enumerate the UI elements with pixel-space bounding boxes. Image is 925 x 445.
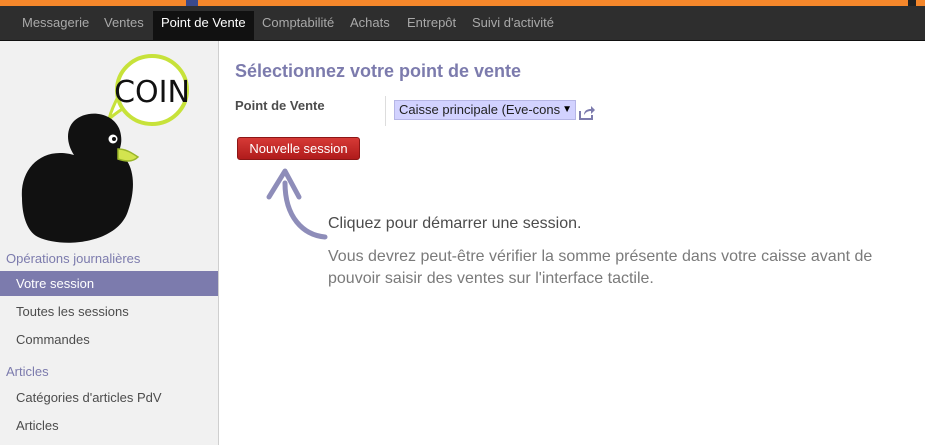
menu-comptabilite[interactable]: Comptabilité <box>254 11 342 41</box>
section-articles: Articles <box>6 364 49 379</box>
hint-body: Vous devrez peut-être vérifier la somme … <box>328 248 873 287</box>
duck-body <box>21 113 133 243</box>
pos-select[interactable]: Caisse principale (Eve-const ▼ <box>394 100 576 120</box>
menu-suivi-activite[interactable]: Suivi d'activité <box>464 11 562 41</box>
menu-achats[interactable]: Achats <box>342 11 398 41</box>
external-link-icon[interactable] <box>578 105 596 121</box>
hint-title: Cliquez pour démarrer une session. <box>328 215 582 232</box>
field-divider <box>385 96 386 126</box>
menu-entrepot[interactable]: Entrepôt <box>399 11 464 41</box>
sidebar-item-categories[interactable]: Catégories d'articles PdV <box>0 385 218 410</box>
chevron-down-icon: ▼ <box>560 101 572 119</box>
pos-select-value: Caisse principale (Eve-const <box>399 102 564 117</box>
logo-bubble-text: COIN <box>114 75 190 110</box>
page-title: Sélectionnez votre point de vente <box>235 61 522 81</box>
sidebar-item-votre-session[interactable]: Votre session <box>0 271 218 296</box>
main-content: Sélectionnez votre point de vente Point … <box>220 41 925 445</box>
sidebar-item-toutes-les-sessions[interactable]: Toutes les sessions <box>0 299 218 324</box>
main-menu: Messagerie Ventes Point de Vente Comptab… <box>0 6 925 41</box>
pointer-arrow-icon <box>266 168 328 240</box>
section-operations: Opérations journalières <box>6 251 141 266</box>
menu-messagerie[interactable]: Messagerie <box>14 11 97 41</box>
sidebar: COIN Opérations journalières Votre sessi… <box>0 41 219 445</box>
company-logo[interactable]: COIN <box>14 53 204 253</box>
pos-field-label: Point de Vente <box>235 98 325 113</box>
sidebar-item-commandes[interactable]: Commandes <box>0 327 218 352</box>
sidebar-item-articles[interactable]: Articles <box>0 413 218 438</box>
duck-beak <box>117 148 140 162</box>
menu-ventes[interactable]: Ventes <box>96 11 152 41</box>
new-session-button[interactable]: Nouvelle session <box>237 137 360 160</box>
menu-point-de-vente[interactable]: Point de Vente <box>153 11 254 41</box>
